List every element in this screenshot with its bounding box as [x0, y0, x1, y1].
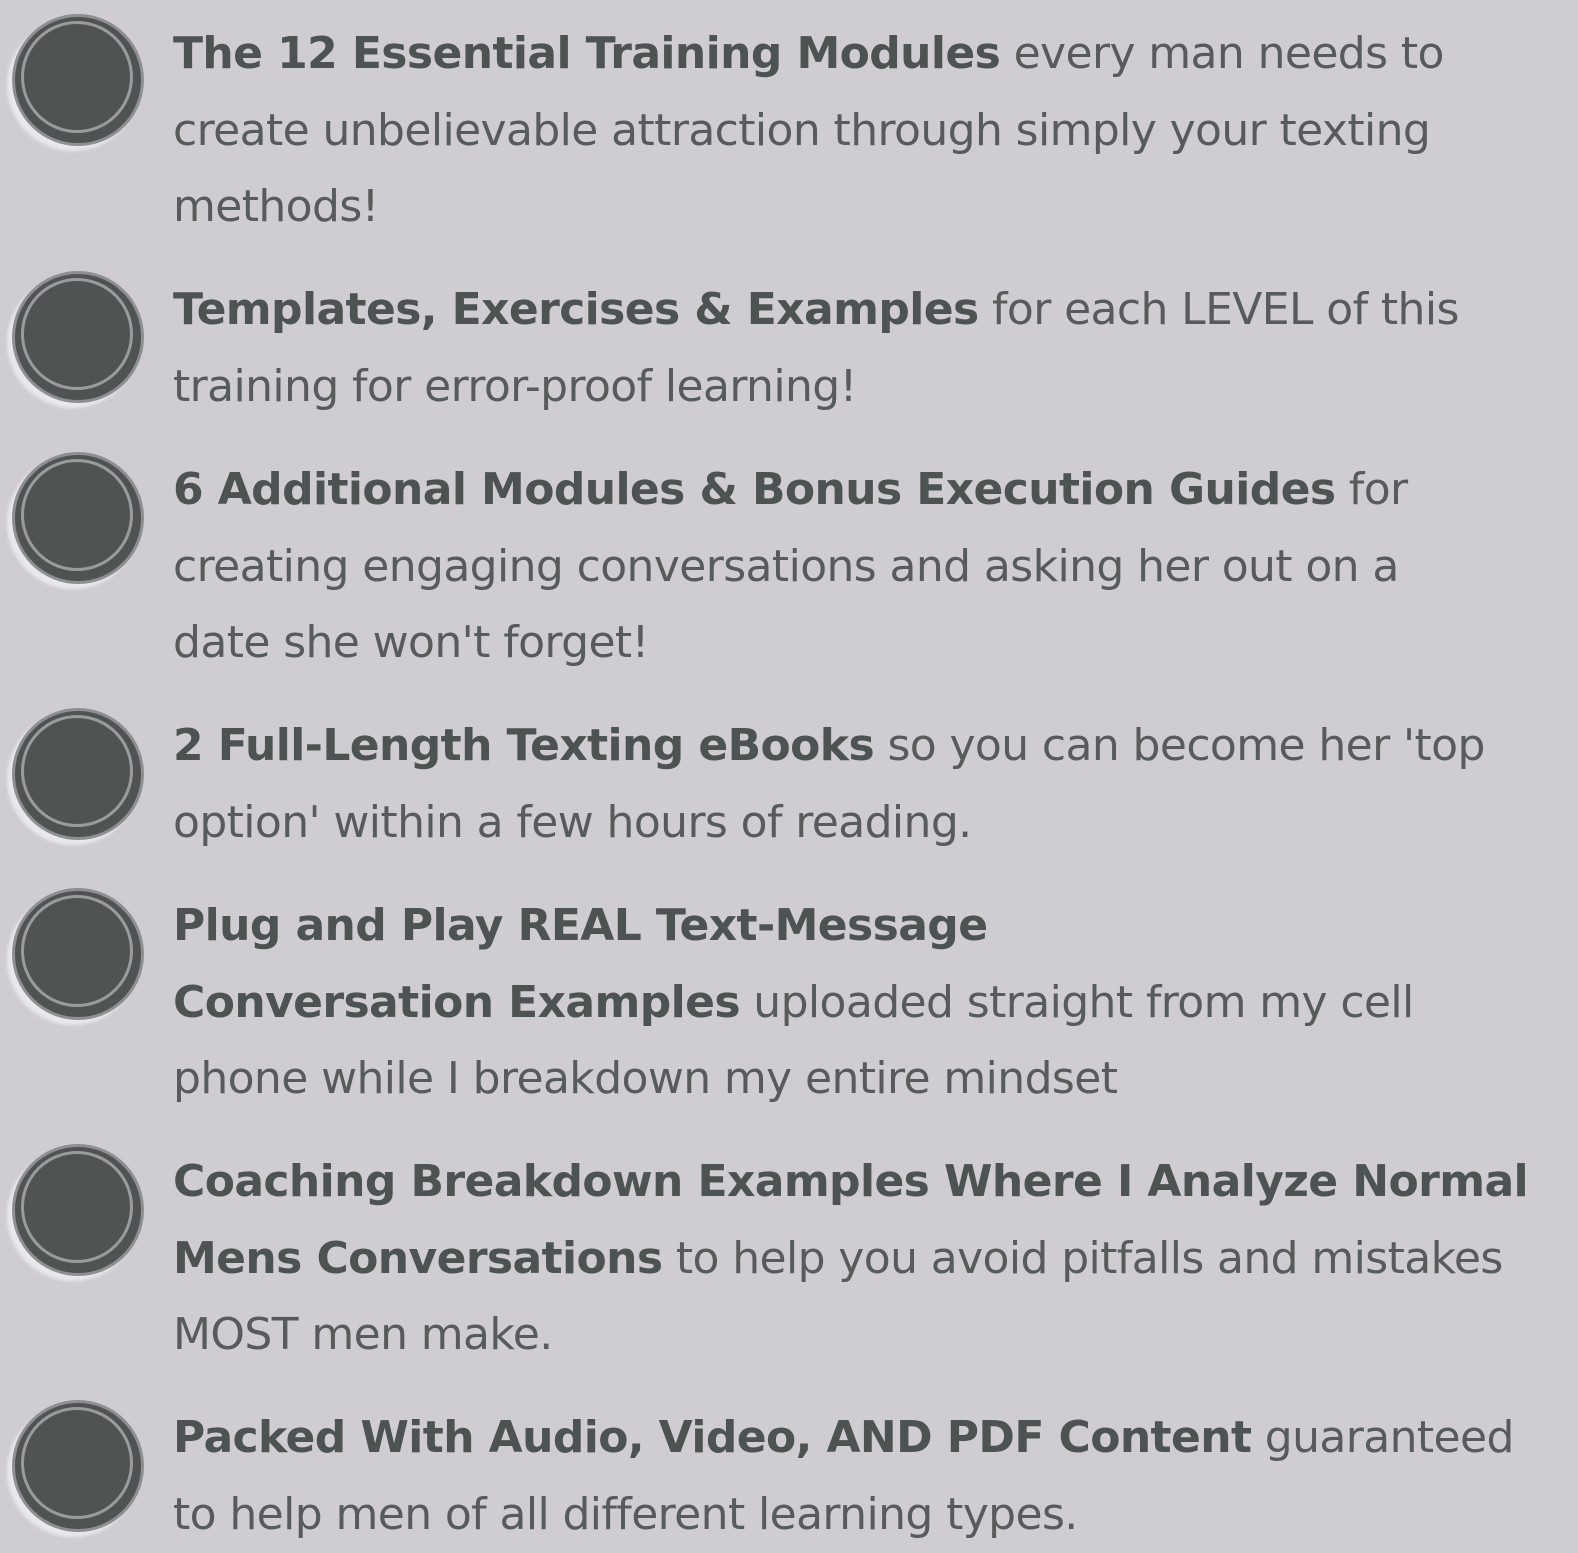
feature-description: date she won't forget!	[173, 617, 649, 668]
feature-description: guaranteed	[1251, 1412, 1515, 1463]
feature-description: for	[1335, 464, 1408, 515]
bullet-circle-icon	[12, 888, 144, 1020]
feature-description: for each LEVEL of this	[978, 284, 1459, 335]
feature-highlight: Conversation Examples	[173, 976, 741, 1028]
feature-description: training for error-proof learning!	[173, 360, 857, 412]
feature-text: 6 Additional Modules & Bonus Execution G…	[173, 452, 1568, 682]
feature-highlight: 2 Full-Length Texting eBooks	[173, 720, 875, 771]
feature-text: The 12 Essential Training Modules every …	[173, 16, 1568, 246]
feature-description: phone while I breakdown my entire mindse…	[173, 1053, 1118, 1104]
feature-description: creating engaging conversations and aski…	[173, 540, 1399, 592]
feature-highlight: The 12 Essential Training Modules	[173, 28, 1001, 79]
feature-highlight: Mens Conversations	[173, 1232, 663, 1284]
feature-highlight: 6 Additional Modules & Bonus Execution G…	[173, 464, 1336, 515]
feature-description: every man needs to	[1000, 28, 1445, 79]
bullet-circle-icon	[12, 1144, 144, 1276]
feature-description: MOST men make.	[173, 1309, 553, 1360]
bullet-circle-icon	[12, 452, 144, 584]
feature-text: Coaching Breakdown Examples Where I Anal…	[173, 1144, 1568, 1374]
feature-description: so you can become her 'top	[874, 720, 1485, 771]
bullet-circle-icon	[12, 1400, 144, 1532]
feature-highlight: Templates, Exercises & Examples	[173, 284, 979, 335]
feature-text: Plug and Play REAL Text-Message Conversa…	[173, 888, 1568, 1118]
feature-text: Templates, Exercises & Examples for each…	[173, 272, 1568, 425]
feature-description: create unbelievable attraction through s…	[173, 104, 1431, 156]
feature-description: to help you avoid pitfalls and mistakes	[662, 1232, 1503, 1284]
feature-highlight: Plug and Play REAL Text-Message	[173, 900, 988, 951]
bullet-circle-icon	[12, 271, 144, 403]
feature-description: option' within a few hours of reading.	[173, 796, 972, 848]
feature-text: Packed With Audio, Video, AND PDF Conten…	[173, 1400, 1568, 1553]
feature-list: The 12 Essential Training Modules every …	[0, 0, 1578, 1549]
feature-text: 2 Full-Length Texting eBooks so you can …	[173, 708, 1568, 861]
feature-description: methods!	[173, 181, 379, 232]
feature-highlight: Packed With Audio, Video, AND PDF Conten…	[173, 1412, 1252, 1463]
feature-description: uploaded straight from my cell	[739, 976, 1414, 1028]
feature-description: to help men of all different learning ty…	[173, 1488, 1078, 1540]
feature-highlight: Coaching Breakdown Examples Where I Anal…	[173, 1156, 1529, 1207]
bullet-circle-icon	[12, 14, 144, 146]
bullet-circle-icon	[12, 708, 144, 840]
